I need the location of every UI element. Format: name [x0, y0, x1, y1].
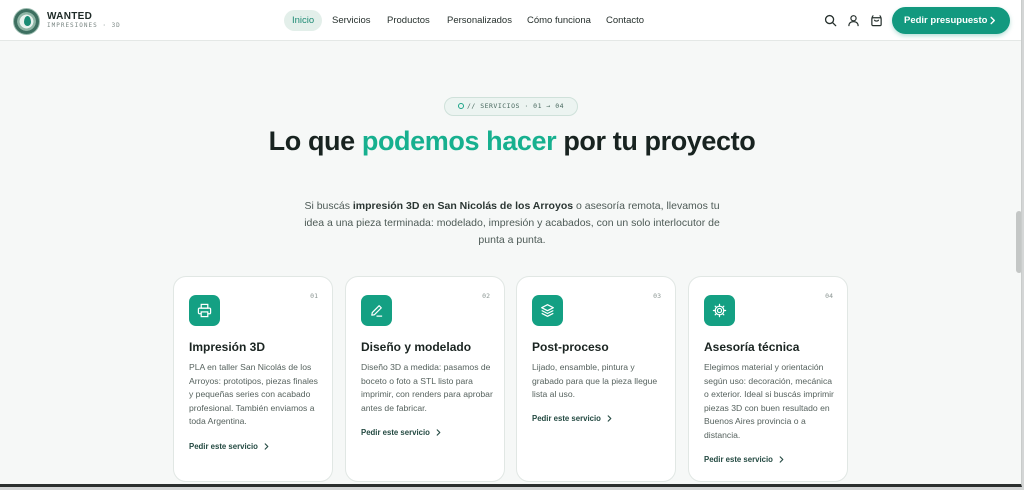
- chevron-right-icon: [264, 443, 269, 450]
- card-description: Diseño 3D a medida: pasamos de boceto o …: [361, 362, 493, 413]
- card-link-label: Pedir este servicio: [361, 428, 430, 437]
- service-card-impresion-3d[interactable]: 01 Impresión 3D PLA en taller San Nicolá…: [173, 276, 333, 482]
- card-icon-tile: [189, 295, 220, 326]
- user-icon[interactable]: [847, 14, 860, 27]
- nav-item-personalizados[interactable]: Personalizados: [447, 10, 512, 31]
- gear-icon: [712, 303, 727, 318]
- card-link-label: Pedir este servicio: [532, 414, 601, 423]
- card-icon-tile: [704, 295, 735, 326]
- card-link[interactable]: Pedir este servicio: [189, 442, 270, 451]
- pencil-icon: [371, 305, 383, 317]
- brand-subtitle: IMPRESIONES · 3D: [47, 22, 121, 29]
- card-link[interactable]: Pedir este servicio: [361, 428, 442, 437]
- lead-part-1: Si buscás: [304, 200, 353, 212]
- chevron-right-icon: [436, 429, 441, 436]
- nav-item-inicio[interactable]: Inicio: [284, 10, 323, 31]
- logo[interactable]: [13, 8, 40, 35]
- card-number: 03: [653, 292, 661, 300]
- badge-dot-icon: [457, 103, 464, 109]
- card-link-label: Pedir este servicio: [189, 442, 258, 451]
- logo-drop-icon: [24, 16, 31, 26]
- site-header: WANTED IMPRESIONES · 3D Inicio Servicios…: [0, 0, 1021, 41]
- lead-bold: impresión 3D en San Nicolás de los Arroy…: [352, 200, 574, 212]
- card-title: Post-proceso: [532, 340, 609, 354]
- chevron-right-icon: [990, 16, 995, 25]
- nav-item-contacto[interactable]: Contacto: [606, 10, 644, 31]
- request-quote-button[interactable]: Pedir presupuesto: [892, 7, 1010, 34]
- chevron-right-icon: [607, 415, 612, 422]
- card-icon-tile: [361, 295, 392, 326]
- chevron-right-icon: [779, 456, 784, 463]
- card-description: PLA en taller San Nicolás de los Arroyos…: [189, 362, 318, 427]
- scrollbar-thumb[interactable]: [1016, 211, 1021, 273]
- section-title: Lo que podemos hacer por tu proyecto: [262, 126, 762, 157]
- title-highlight: podemos hacer: [361, 126, 557, 156]
- title-part-1: Lo que: [268, 126, 362, 156]
- service-card-diseno[interactable]: 02 Diseño y modelado Diseño 3D a medida:…: [345, 276, 505, 482]
- service-card-asesoria[interactable]: 04 Asesoría técnica Elegimos material y …: [688, 276, 848, 482]
- card-description: Lijado, ensamble, pintura y grabado para…: [532, 362, 658, 400]
- card-number: 02: [482, 292, 490, 300]
- card-title: Diseño y modelado: [361, 340, 472, 354]
- card-number: 04: [825, 292, 833, 300]
- card-link-label: Pedir este servicio: [704, 455, 773, 464]
- nav-item-como-funciona[interactable]: Cómo funciona: [527, 10, 591, 31]
- card-link[interactable]: Pedir este servicio: [532, 414, 613, 423]
- nav-item-servicios[interactable]: Servicios: [332, 10, 371, 31]
- printer-icon: [197, 303, 212, 318]
- layers-icon: [541, 304, 554, 317]
- page: WANTED IMPRESIONES · 3D Inicio Servicios…: [0, 0, 1022, 487]
- card-icon-tile: [532, 295, 563, 326]
- section-lead: Si buscás impresión 3D en San Nicolás de…: [302, 198, 722, 249]
- card-description: Elegimos material y orientación según us…: [704, 362, 834, 440]
- section-badge-text: // SERVICIOS · 01 → 04: [466, 102, 565, 110]
- section-badge: // SERVICIOS · 01 → 04: [444, 97, 578, 116]
- card-title: Impresión 3D: [189, 340, 266, 354]
- search-icon[interactable]: [824, 14, 837, 27]
- card-number: 01: [310, 292, 318, 300]
- card-link[interactable]: Pedir este servicio: [704, 455, 785, 464]
- cart-icon[interactable]: [870, 14, 883, 27]
- card-title: Asesoría técnica: [704, 340, 800, 354]
- request-quote-label: Pedir presupuesto: [904, 15, 988, 26]
- title-part-2: por tu proyecto: [556, 126, 756, 156]
- brand-name[interactable]: WANTED: [47, 11, 92, 22]
- service-card-post-proceso[interactable]: 03 Post-proceso Lijado, ensamble, pintur…: [516, 276, 676, 482]
- nav-item-productos[interactable]: Productos: [387, 10, 430, 31]
